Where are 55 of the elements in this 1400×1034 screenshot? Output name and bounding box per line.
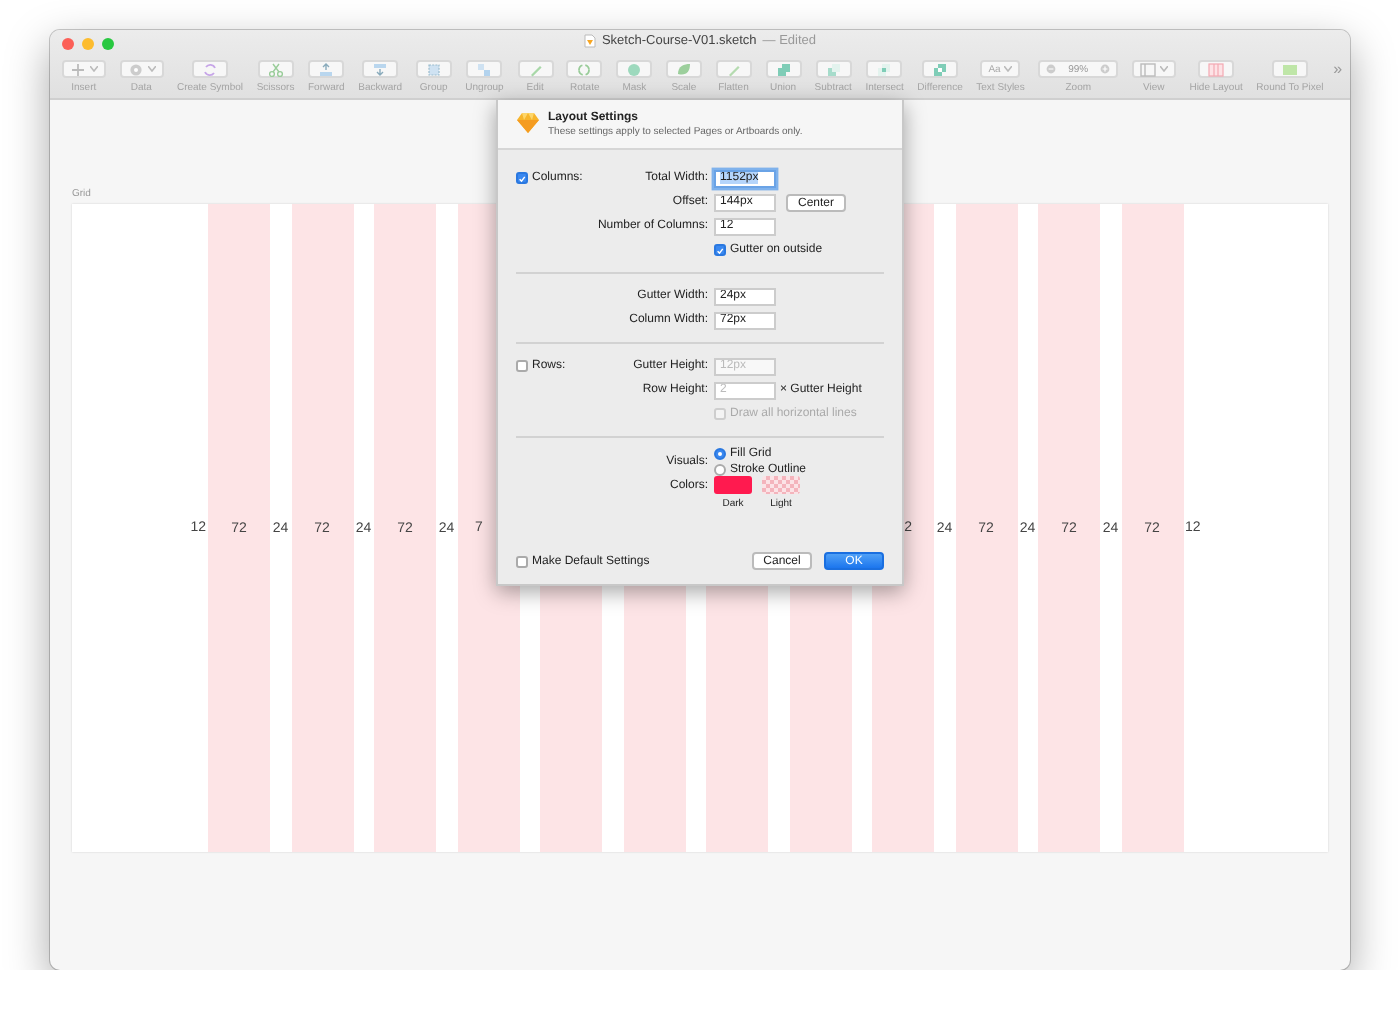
toolbar-button[interactable] (517, 60, 554, 78)
minimize-button[interactable] (82, 37, 94, 49)
toolbar-button[interactable] (765, 60, 802, 78)
scissors-icon (267, 61, 284, 77)
toolbar-button[interactable] (466, 60, 503, 78)
toolbar-button[interactable] (257, 60, 294, 78)
toolbar-button[interactable] (415, 60, 452, 78)
document-icon (583, 34, 596, 48)
pen-icon (725, 61, 742, 77)
checkbox[interactable] (516, 555, 528, 567)
toolbar-button[interactable] (665, 60, 702, 78)
diamond-icon (516, 112, 540, 134)
toolbar-button[interactable] (715, 60, 752, 78)
toolbar-button[interactable] (566, 60, 603, 78)
toolbar-button[interactable] (191, 60, 228, 78)
zoom-button[interactable] (102, 37, 114, 49)
group-icon (425, 61, 442, 77)
pen-icon (527, 61, 544, 77)
checkbox[interactable] (714, 244, 726, 256)
sidebar-icon (1139, 61, 1156, 77)
circle-icon (626, 61, 643, 77)
blob-icon (675, 61, 692, 77)
difference-icon (932, 61, 949, 77)
refresh-icon (201, 61, 218, 77)
toolbar-button[interactable] (119, 60, 164, 78)
toolbar-button[interactable] (362, 60, 399, 78)
toolbar-button[interactable] (922, 60, 959, 78)
plus-icon (69, 61, 86, 77)
subtract-icon (825, 61, 842, 77)
toolbar-button[interactable] (61, 60, 106, 78)
close-button[interactable] (62, 37, 74, 49)
intersect-icon (876, 61, 893, 77)
rotate-icon (576, 61, 593, 77)
toolbar-button[interactable] (815, 60, 852, 78)
radio-button[interactable] (714, 448, 726, 460)
rectangle-icon (1281, 61, 1298, 77)
union-icon (775, 61, 792, 77)
color-swatch[interactable] (714, 476, 752, 494)
zoom-in-icon (1100, 64, 1111, 74)
radio-button[interactable] (714, 464, 726, 476)
ungroup-icon (476, 61, 493, 77)
toolbar-button[interactable] (866, 60, 903, 78)
color-swatch[interactable] (762, 476, 800, 494)
toolbar-button[interactable] (1198, 60, 1235, 78)
zoom-out-icon (1046, 64, 1057, 74)
toolbar-button[interactable] (308, 60, 345, 78)
toolbar-button[interactable] (1131, 60, 1176, 78)
layer-up-icon (318, 61, 335, 77)
grid-icon (1208, 61, 1225, 77)
checkbox[interactable] (516, 172, 528, 184)
checkmark-icon (518, 173, 526, 183)
checkmark-icon (716, 245, 724, 255)
layer-down-icon (372, 61, 389, 77)
toolbar-button[interactable] (616, 60, 653, 78)
toolbar-button[interactable] (1271, 60, 1308, 78)
